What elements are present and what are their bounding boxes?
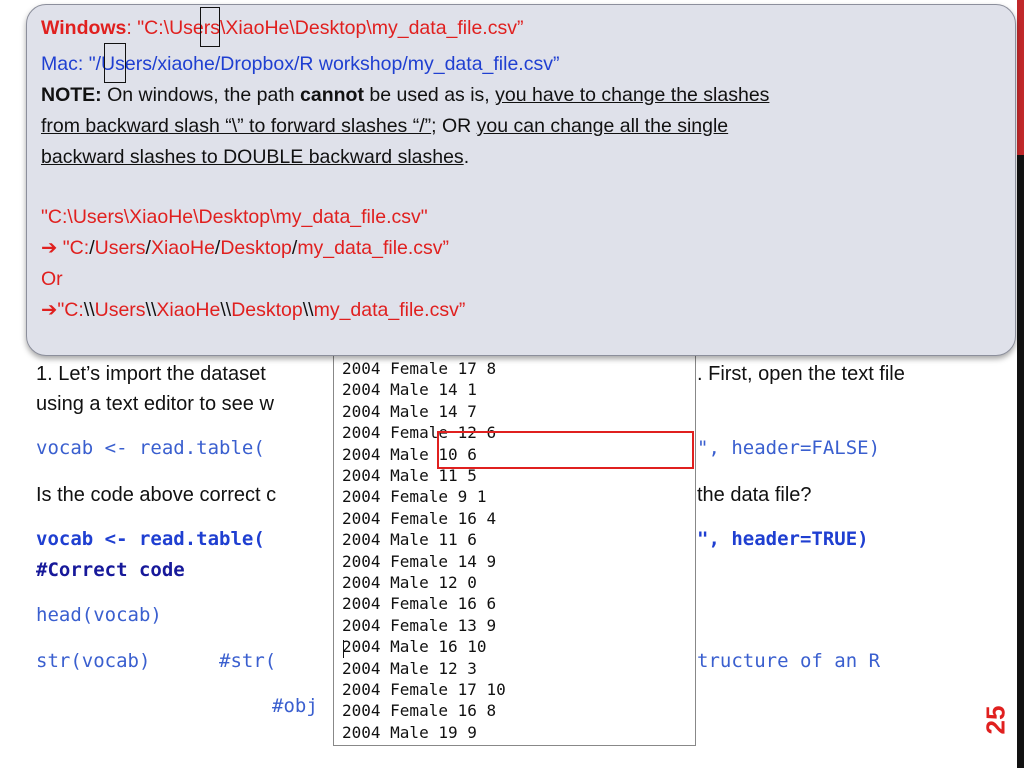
highlight-square — [200, 7, 220, 47]
file-line: 2004 Male 14 7 — [342, 401, 477, 421]
intro-text-line2: using a text editor to see w — [36, 393, 274, 415]
file-line: 2004 Female 16 4 — [342, 508, 497, 528]
code-head: head(vocab) — [36, 604, 162, 626]
file-line: 2004 Female 16 8 — [342, 701, 497, 721]
code-read-table-false: vocab <- read.table( — [36, 437, 265, 459]
code-obj-comment: #obj — [272, 695, 318, 717]
file-line: 2004 Female 17 8 — [342, 359, 497, 378]
intro-text: 1. Let’s import the dataset — [36, 363, 266, 385]
code-comment-correct: #Correct code — [36, 559, 185, 581]
text-file-window[interactable]: 2004 Female 17 8 2004 Male 14 1 2004 Male … — [333, 352, 696, 746]
file-line: 2004 Male 16 10 — [342, 637, 487, 657]
file-line: 2004 Female 9 1 — [342, 487, 487, 507]
highlight-square — [104, 43, 126, 83]
highlight-box — [437, 431, 694, 469]
or-text: Or — [41, 268, 63, 290]
file-line: 2004 Male 12 3 — [342, 658, 477, 678]
mac-label: Mac: — [41, 53, 89, 75]
accent-bar-red — [1017, 0, 1024, 155]
windows-path: : "C:\Users\XiaoHe\Desktop\my_data_file.… — [126, 17, 524, 39]
file-line: 2004 Female 13 9 — [342, 615, 497, 635]
question-text-right: the data file? — [697, 484, 812, 506]
file-line: 2004 Female 17 10 — [342, 680, 506, 699]
windows-label: Windows — [41, 17, 127, 39]
file-line: 2004 Male 11 6 — [342, 530, 477, 550]
example-forward-slash: ➔ "C:/Users/XiaoHe/Desktop/my_data_file.… — [41, 237, 450, 259]
code-str: str(vocab) #str( — [36, 650, 277, 672]
code-read-table-true: vocab <- read.table( — [36, 528, 265, 550]
file-line: 2004 Male 19 9 — [342, 722, 477, 742]
note-popup: Windows: "C:\Users\XiaoHe\Desktop\my_dat… — [26, 4, 1016, 356]
note-line-3: backward slashes to DOUBLE backward slas… — [41, 146, 470, 168]
arrow-icon: ➔ — [41, 237, 58, 259]
note-line-2: from backward slash “\” to forward slash… — [41, 115, 729, 137]
file-line: 2004 Male 14 1 — [342, 380, 477, 400]
question-text: Is the code above correct c — [36, 484, 277, 506]
example-double-backslash: ➔"C:\\Users\\XiaoHe\\Desktop\\my_data_fi… — [41, 299, 466, 321]
arrow-icon: ➔ — [41, 299, 58, 321]
file-line: 2004 Female 14 9 — [342, 551, 497, 571]
intro-text-right: . First, open the text file — [697, 363, 905, 385]
code-read-table-true-right: ", header=TRUE) — [697, 528, 869, 550]
file-line: 2004 Male 12 0 — [342, 573, 477, 592]
text-cursor — [343, 640, 344, 658]
mac-path: "/Users/xiaohe/Dropbox/R workshop/my_dat… — [88, 53, 560, 75]
file-line: 2004 Female 16 6 — [342, 594, 497, 614]
example-original-path: "C:\Users\XiaoHe\Desktop\my_data_file.cs… — [41, 206, 428, 228]
windows-path-line: Windows: "C:\Users\XiaoHe\Desktop\my_dat… — [41, 15, 523, 41]
page-number: 25 — [980, 705, 1011, 735]
code-read-table-false-right: ", header=FALSE) — [697, 437, 881, 459]
code-str-right: tructure of an R — [697, 650, 881, 672]
note-line-1: NOTE: On windows, the path cannot be use… — [41, 84, 770, 106]
